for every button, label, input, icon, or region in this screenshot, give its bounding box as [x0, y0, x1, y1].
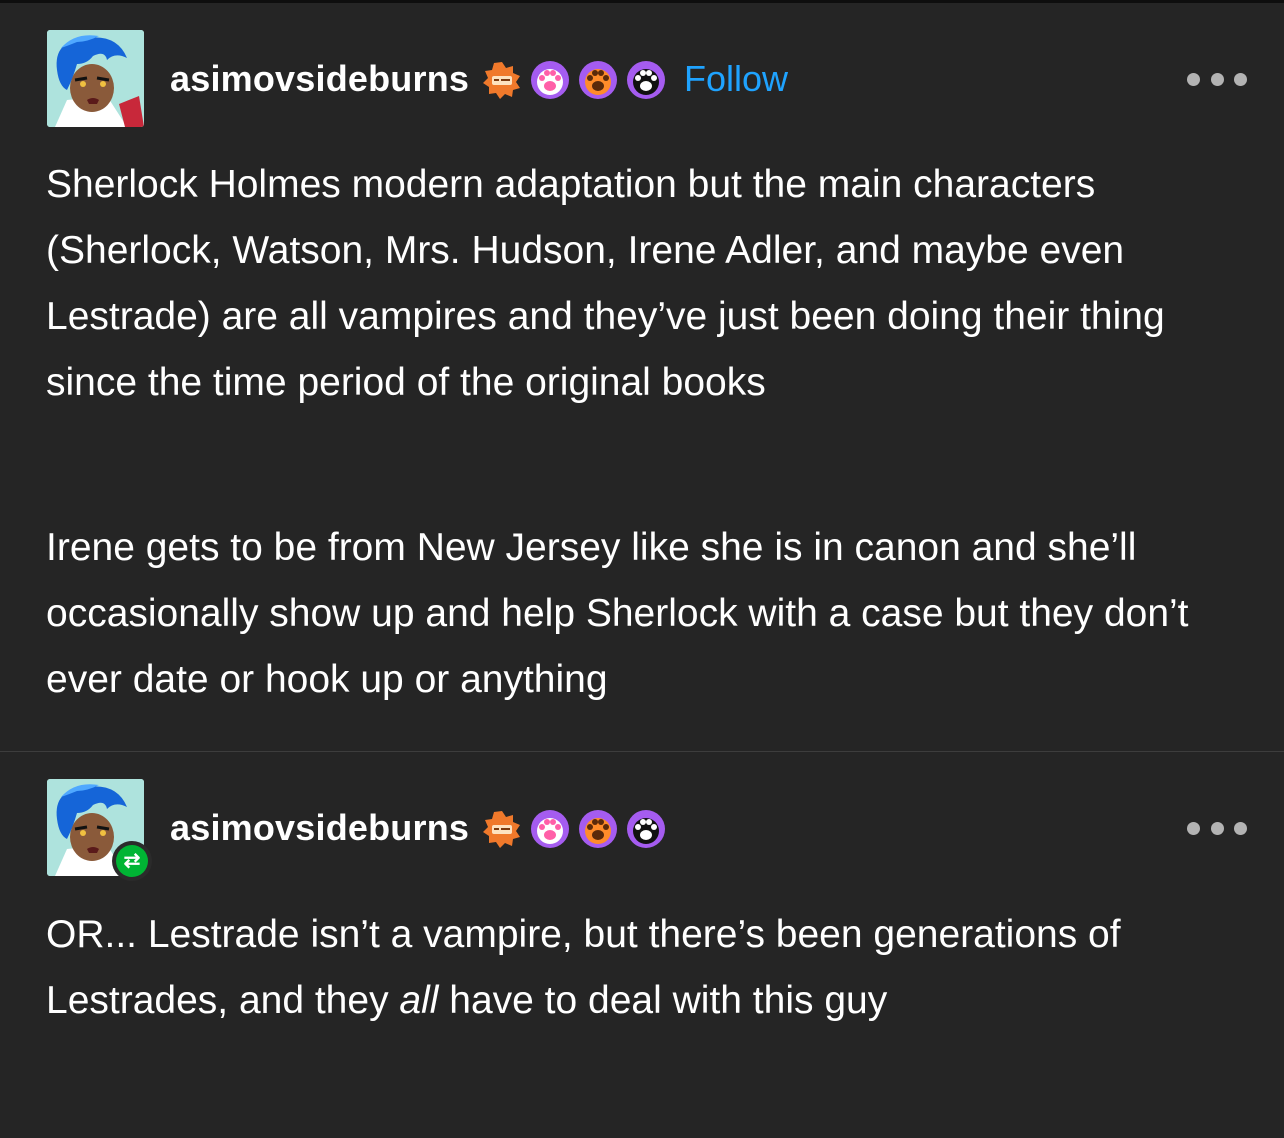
dot-icon — [1187, 821, 1200, 835]
paw-badge-icon[interactable] — [578, 60, 618, 100]
sun-badge-icon[interactable] — [482, 60, 522, 100]
post-text: OR... Lestrade isn’t a vampire, but ther… — [46, 902, 1246, 1034]
username[interactable]: asimovsideburns — [170, 808, 469, 848]
post-header: ⇄ asimovsideburns — [0, 779, 1284, 881]
paragraph: Sherlock Holmes modern adaptation but th… — [46, 163, 1165, 404]
reblog-badge: ⇄ — [112, 841, 152, 881]
emphasis-text: all — [399, 979, 439, 1022]
dot-icon — [1210, 821, 1224, 835]
dot-icon — [1187, 72, 1200, 86]
sun-badge-icon[interactable] — [482, 809, 522, 849]
post-text: Irene gets to be from New Jersey like sh… — [46, 515, 1246, 713]
paragraph: Irene gets to be from New Jersey like sh… — [46, 526, 1189, 701]
username[interactable]: asimovsideburns — [170, 59, 469, 99]
more-options-button[interactable] — [1187, 66, 1247, 92]
post: ⇄ asimovsideburns OR... Lestrade isn’t a… — [0, 752, 1284, 1138]
post-header: asimovsideburns Follow — [0, 30, 1284, 130]
badge-list — [482, 809, 674, 849]
paragraph: OR... Lestrade isn’t a vampire, but ther… — [46, 902, 1246, 1034]
dot-icon — [1234, 72, 1247, 86]
paw-badge-icon[interactable] — [578, 809, 618, 849]
text-segment: have to deal with this guy — [438, 979, 888, 1022]
post: asimovsideburns Follow Sherlock Holmes m… — [0, 3, 1284, 751]
dot-icon — [1234, 821, 1247, 835]
paw-badge-icon[interactable] — [530, 809, 570, 849]
paw-badge-icon[interactable] — [626, 60, 666, 100]
paw-badge-icon[interactable] — [626, 809, 666, 849]
reblog-icon: ⇄ — [116, 845, 148, 877]
more-options-button[interactable] — [1187, 815, 1247, 841]
badge-list — [482, 60, 674, 100]
paw-badge-icon[interactable] — [530, 60, 570, 100]
dot-icon — [1210, 72, 1224, 86]
post-text: Sherlock Holmes modern adaptation but th… — [46, 152, 1246, 416]
avatar[interactable] — [47, 30, 144, 127]
follow-button[interactable]: Follow — [684, 59, 788, 99]
